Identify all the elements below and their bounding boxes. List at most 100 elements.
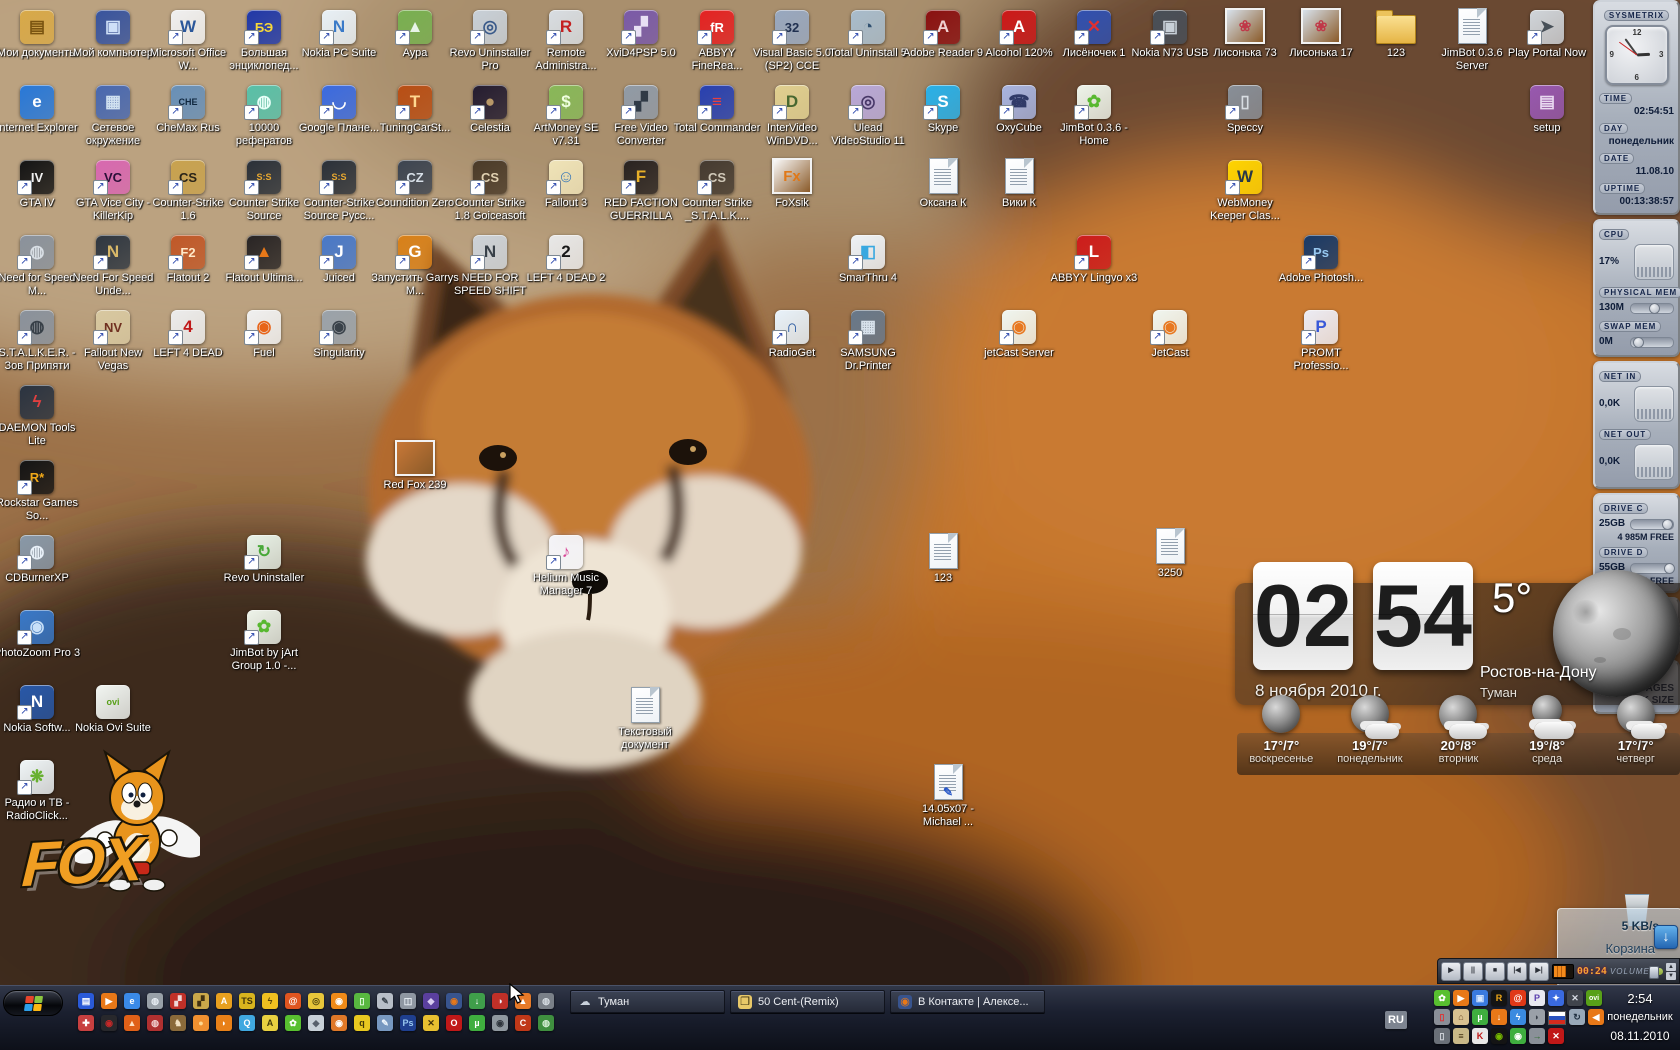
tray-volume-green[interactable]: ◉ — [1510, 1028, 1526, 1044]
desktop-icon[interactable]: ▞XviD4PSP 5.0 — [597, 4, 685, 60]
desktop-icon[interactable]: LABBYY Lingvo x3 — [1050, 229, 1138, 285]
quicklaunch-camera-app[interactable]: ◉ — [492, 1015, 508, 1031]
quicklaunch-firefox[interactable]: ◉ — [446, 993, 462, 1009]
quicklaunch-v-player[interactable]: ◆ — [423, 993, 439, 1009]
tray-nvidia[interactable]: ◉ — [1491, 1028, 1507, 1044]
tray-close-x[interactable]: ✕ — [1567, 990, 1583, 1006]
tray-graduation-cap[interactable]: ✦ — [1548, 990, 1564, 1006]
quicklaunch-winamp[interactable]: ϟ — [262, 993, 278, 1009]
desktop-icon[interactable]: 4LEFT 4 DEAD — [144, 304, 232, 360]
quicklaunch-red-blue-app[interactable]: ◑ — [492, 993, 508, 1009]
desktop-icon[interactable]: ◡Google Плане... — [295, 79, 383, 135]
quicklaunch-totalscreen[interactable]: TS — [239, 993, 255, 1009]
quicklaunch-nero-flame[interactable]: ▲ — [124, 1015, 140, 1031]
desktop-icon[interactable]: FRED FACTION GUERRILLA — [597, 154, 685, 223]
desktop-icon[interactable]: ◉Singularity — [295, 304, 383, 360]
desktop-icon[interactable]: ▤setup — [1503, 79, 1591, 135]
desktop-icon[interactable]: WWebMoney Keeper Clas... — [1201, 154, 1289, 223]
tray-utorrent-tray[interactable]: µ — [1472, 1009, 1488, 1025]
quicklaunch-diamond-app[interactable]: ◆ — [308, 1015, 324, 1031]
desktop-icon[interactable]: Текстовый документ — [601, 683, 689, 752]
desktop-icon[interactable]: ✕Лисёночек 1 — [1050, 4, 1138, 60]
desktop-icon[interactable]: ◍CDBurnerXP — [0, 529, 81, 585]
language-indicator[interactable]: RU — [1385, 1011, 1407, 1029]
desktop-icon[interactable]: ➤Play Portal Now — [1503, 4, 1591, 60]
tray-download-tray[interactable]: ↓ — [1491, 1009, 1507, 1025]
player-updown-arrows[interactable]: ▲▼ — [1666, 963, 1676, 980]
desktop-icon[interactable]: WMicrosoft Office W... — [144, 4, 232, 73]
quicklaunch-acdsee[interactable]: A — [262, 1015, 278, 1031]
desktop-icon[interactable]: 123 — [899, 529, 987, 585]
quicklaunch-repair-tool[interactable]: ✚ — [78, 1015, 94, 1031]
desktop-icon[interactable]: ↻Revo Uninstaller — [220, 529, 308, 585]
quicklaunch-media-player-orange[interactable]: ▶ — [101, 993, 117, 1009]
desktop-icon[interactable]: oviNokia Ovi Suite — [69, 679, 157, 735]
desktop-icon[interactable]: SSkype — [899, 79, 987, 135]
quicklaunch-orange-eye[interactable]: ◉ — [331, 1015, 347, 1031]
player-play-button[interactable]: ▶ — [1441, 962, 1461, 981]
desktop-icon[interactable]: S:SCounter-Strike Source Русс... — [295, 154, 383, 223]
tray-snail-app[interactable]: ◗ — [1529, 1009, 1545, 1025]
desktop-icon[interactable]: NNokia PC Suite — [295, 4, 383, 60]
desktop-icon[interactable]: DInterVideo WinDVD... — [748, 79, 836, 148]
quicklaunch-eye-swoosh[interactable]: ◗ — [216, 1015, 232, 1031]
taskbar-button-weather-cloud[interactable]: ☁Туман — [570, 990, 725, 1013]
quicklaunch-photoshop[interactable]: Ps — [400, 1015, 416, 1031]
download-arrow-button[interactable]: ↓ — [1654, 925, 1678, 949]
desktop-icon[interactable]: ✿JimBot by jArt Group 1.0 -... — [220, 604, 308, 673]
quicklaunch-utorrent[interactable]: µ — [469, 1015, 485, 1031]
tray-icq-flower[interactable]: ✿ — [1434, 990, 1450, 1006]
quicklaunch-globe-green[interactable]: ◍ — [538, 1015, 554, 1031]
desktop-icon[interactable]: R*Rockstar Games So... — [0, 454, 81, 523]
tray-task-scheduler[interactable]: ↻ — [1569, 1009, 1585, 1025]
start-button[interactable] — [3, 990, 63, 1016]
quicklaunch-icq[interactable]: ✿ — [285, 1015, 301, 1031]
desktop-icon[interactable]: ◧SmarThru 4 — [824, 229, 912, 285]
tray-device-tray[interactable]: ▯ — [1434, 1028, 1450, 1044]
desktop-icon[interactable]: ♪Helium Music Manager 7 — [522, 529, 610, 598]
taskbar-button-folder[interactable]: ❐50 Cent-(Remix) — [730, 990, 885, 1013]
desktop-icon[interactable]: ▞Free Video Converter — [597, 79, 685, 148]
desktop-icon[interactable]: 123 — [1352, 4, 1440, 60]
tray-player-orange[interactable]: ▶ — [1453, 990, 1469, 1006]
desktop-icon[interactable]: CSCounter-Strike 1.6 — [144, 154, 232, 223]
player-volume-slider[interactable] — [1653, 968, 1663, 975]
desktop-icon[interactable]: ●Celestia — [446, 79, 534, 135]
tray-task-list[interactable]: ≡ — [1453, 1028, 1469, 1044]
desktop-icon[interactable]: 32Visual Basic 5.0 (SP2) CCE — [748, 4, 836, 73]
quicklaunch-media-red[interactable]: ▞ — [170, 993, 186, 1009]
desktop-icon[interactable]: PsAdobe Photosh... — [1277, 229, 1365, 285]
desktop-icon[interactable]: FxFoXsik — [748, 154, 836, 210]
desktop-icon[interactable]: JJuiced — [295, 229, 383, 285]
quicklaunch-video-321[interactable]: ▞ — [193, 993, 209, 1009]
quicklaunch-aimp[interactable]: A — [216, 993, 232, 1009]
tray-kaspersky[interactable]: K — [1472, 1028, 1488, 1044]
quicklaunch-vinyl-record[interactable]: ◉ — [101, 1015, 117, 1031]
desktop-icon[interactable]: Вики К — [975, 154, 1063, 210]
quicklaunch-orange-ball[interactable]: ● — [193, 1015, 209, 1031]
quicklaunch-opera[interactable]: O — [446, 1015, 462, 1031]
tray-home[interactable]: ⌂ — [1453, 1009, 1469, 1025]
desktop-icon[interactable]: CHECheMax Rus — [144, 79, 232, 135]
desktop-icon[interactable]: ϟDAEMON Tools Lite — [0, 379, 81, 448]
quicklaunch-image-editor[interactable]: ✎ — [377, 993, 393, 1009]
desktop-icon[interactable]: ▦SAMSUNG Dr.Printer — [824, 304, 912, 373]
desktop-icon[interactable]: Red Fox 239 — [371, 436, 459, 492]
tray-phone-sync[interactable]: ▯ — [1434, 1009, 1450, 1025]
quicklaunch-download-manager[interactable]: ↓ — [469, 993, 485, 1009]
player-stop-button[interactable]: ■ — [1485, 962, 1505, 981]
quicklaunch-burn-disc[interactable]: ◍ — [147, 993, 163, 1009]
quicklaunch-dvd-player[interactable]: ◍ — [147, 1015, 163, 1031]
player-progress-bar[interactable] — [1552, 964, 1574, 979]
tray-rockstar[interactable]: R — [1491, 990, 1507, 1006]
quicklaunch-quicktime[interactable]: Q — [239, 1015, 255, 1031]
tray-lang-flag[interactable] — [1548, 1011, 1566, 1025]
desktop-icon[interactable]: F2Flatout 2 — [144, 229, 232, 285]
quicklaunch-search-tool[interactable]: ◎ — [308, 993, 324, 1009]
quicklaunch-kmplayer[interactable]: ◉ — [331, 993, 347, 1009]
quicklaunch-display-properties[interactable]: ▤ — [78, 993, 94, 1009]
quicklaunch-ccleaner[interactable]: C — [515, 1015, 531, 1031]
desktop-icon[interactable]: ◎Revo Uninstaller Pro — [446, 4, 534, 73]
desktop-icon[interactable]: ▯Speccy — [1201, 79, 1289, 135]
quicklaunch-mail-agent[interactable]: @ — [285, 993, 301, 1009]
